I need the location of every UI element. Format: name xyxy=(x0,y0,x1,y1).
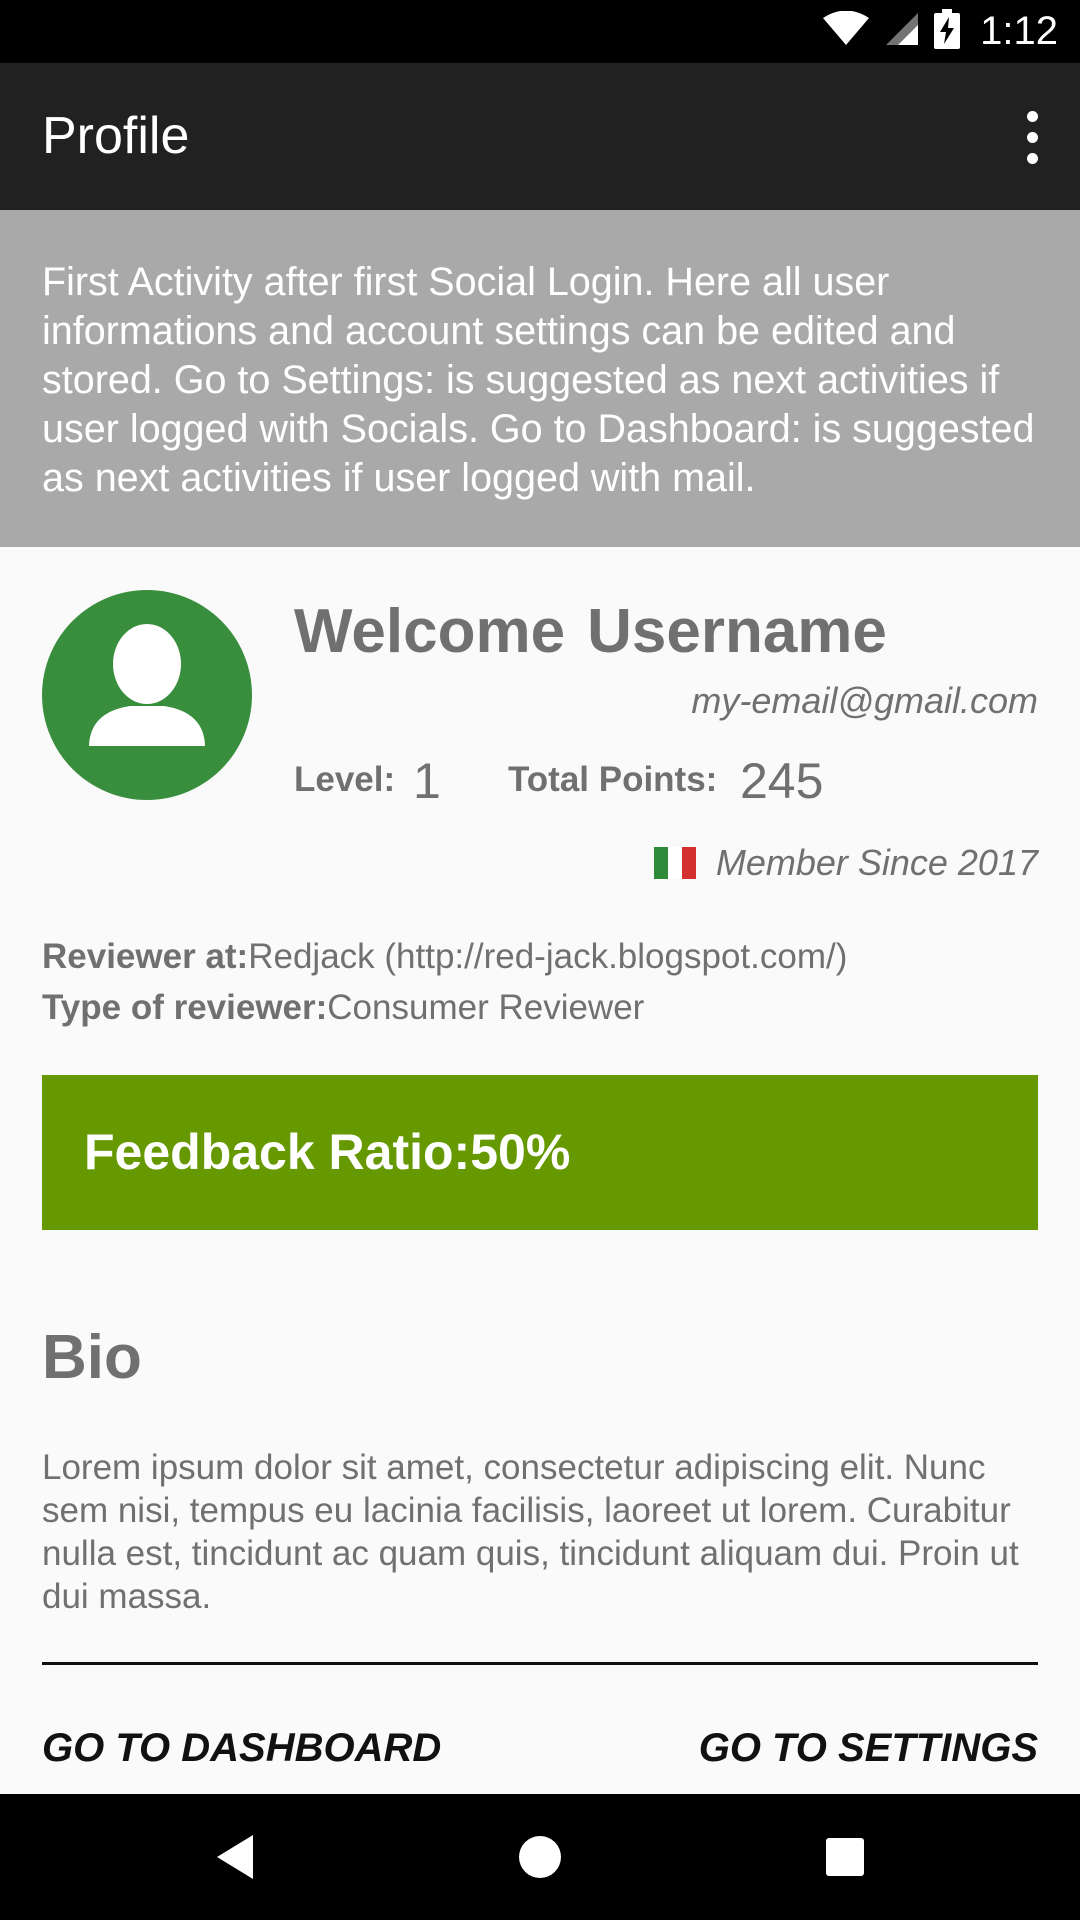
info-banner: First Activity after first Social Login.… xyxy=(0,210,1080,547)
level-value: 1 xyxy=(413,753,441,809)
welcome-heading: Welcome Username xyxy=(294,596,887,667)
go-to-settings-button[interactable]: GO TO SETTINGS xyxy=(699,1726,1038,1771)
feedback-ratio-bar: Feedback Ratio:50% xyxy=(42,1075,1038,1230)
reviewer-at-value: Redjack (http://red-jack.blogspot.com/) xyxy=(248,937,848,976)
username: Username xyxy=(587,597,887,666)
reviewer-at: Reviewer at:Redjack (http://red-jack.blo… xyxy=(42,937,847,977)
overflow-menu-icon[interactable] xyxy=(1002,101,1062,173)
avatar[interactable] xyxy=(42,590,252,800)
info-text: First Activity after first Social Login.… xyxy=(42,260,1035,500)
status-bar: 1:12 xyxy=(0,0,1080,63)
feedback-ratio-text: Feedback Ratio:50% xyxy=(84,1124,571,1180)
page-title: Profile xyxy=(42,107,190,165)
back-icon[interactable] xyxy=(190,1812,280,1902)
signal-icon xyxy=(884,11,920,52)
screen: 1:12 Profile First Activity after first … xyxy=(0,0,1080,1920)
divider xyxy=(42,1662,1038,1665)
total-points-value: 245 xyxy=(740,753,824,809)
reviewer-at-label: Reviewer at: xyxy=(42,937,249,976)
member-since: Member Since 2017 xyxy=(715,842,1038,883)
reviewer-type-value: Consumer Reviewer xyxy=(327,988,645,1027)
bio-text: Lorem ipsum dolor sit amet, consectetur … xyxy=(42,1448,1019,1616)
italy-flag-icon xyxy=(653,847,696,879)
wifi-icon xyxy=(822,10,870,52)
go-to-dashboard-button[interactable]: GO TO DASHBOARD xyxy=(42,1726,441,1771)
user-email: my-email@gmail.com xyxy=(691,680,1038,721)
reviewer-type: Type of reviewer:Consumer Reviewer xyxy=(42,988,644,1028)
app-bar: Profile xyxy=(0,63,1080,210)
member-since-row: Member Since 2017 xyxy=(653,842,1038,884)
bio-title: Bio xyxy=(42,1323,142,1392)
level-label: Level: xyxy=(294,760,396,799)
status-time: 1:12 xyxy=(980,9,1058,53)
reviewer-type-label: Type of reviewer: xyxy=(42,988,328,1027)
recents-icon[interactable] xyxy=(800,1812,890,1902)
welcome-word: Welcome xyxy=(294,597,566,666)
nav-bar xyxy=(0,1794,1080,1920)
home-icon[interactable] xyxy=(495,1812,585,1902)
battery-charging-icon xyxy=(934,9,961,54)
status-icons: 1:12 xyxy=(822,0,1058,63)
person-icon xyxy=(89,624,205,746)
total-points-label: Total Points: xyxy=(508,760,718,799)
